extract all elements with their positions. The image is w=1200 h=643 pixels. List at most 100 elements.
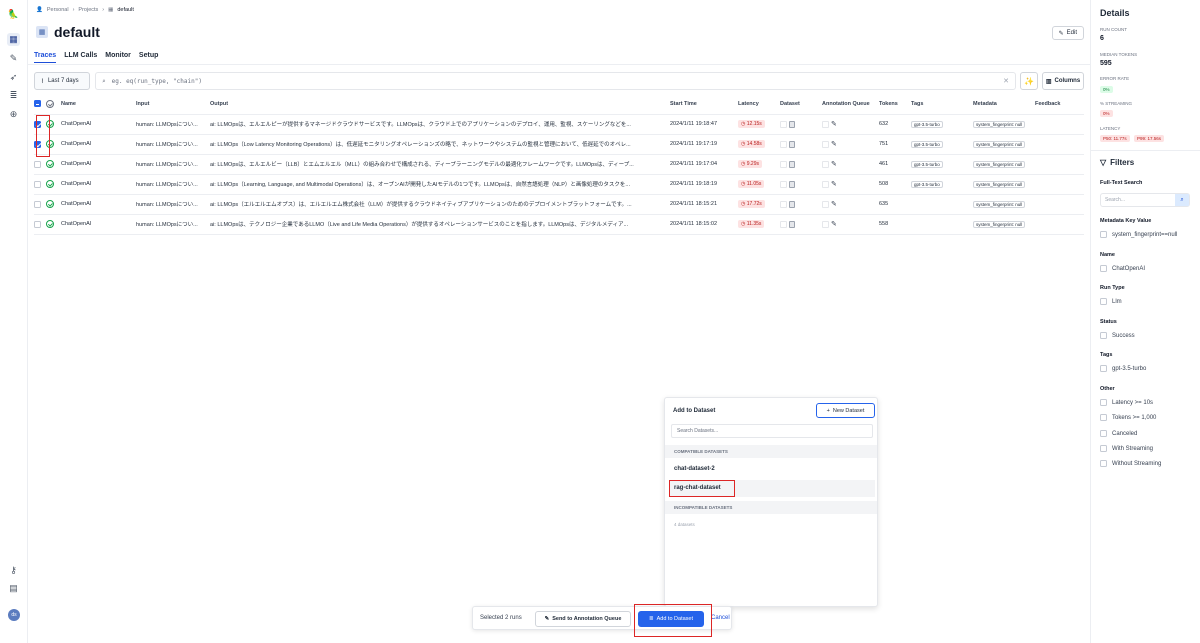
pen-icon[interactable]: ✎	[831, 181, 837, 188]
fulltext-search-input[interactable]: Search... ⌕	[1100, 193, 1190, 207]
col-output[interactable]: Output	[210, 94, 670, 115]
pen-icon[interactable]: ✎	[831, 161, 837, 168]
queue-checkbox[interactable]	[822, 180, 829, 188]
col-start-time[interactable]: Start Time	[670, 94, 738, 115]
database-icon[interactable]: ≣	[7, 89, 20, 102]
dataset-checkbox[interactable]	[780, 120, 787, 128]
doc-icon[interactable]: ▤	[7, 582, 20, 595]
filter-option[interactable]: With Streaming	[1100, 445, 1153, 452]
col-tokens[interactable]: Tokens	[879, 94, 911, 115]
pen-icon[interactable]: ✎	[831, 221, 837, 228]
dataset-checkbox[interactable]	[780, 180, 787, 188]
col-metadata[interactable]: Metadata	[973, 94, 1035, 115]
grid-icon: ▦	[108, 7, 114, 13]
tab-llm-calls[interactable]: LLM Calls	[64, 52, 97, 63]
row-checkbox[interactable]	[34, 200, 41, 208]
logo-icon[interactable]: 🦜	[7, 8, 20, 21]
filter-option[interactable]: Llm	[1100, 298, 1122, 305]
details-panel: Details RUN COUNT 6 MEDIAN TOKENS 595 ER…	[1090, 0, 1200, 643]
divider	[1091, 150, 1200, 151]
search-icon: ⌕	[102, 77, 106, 85]
status-label: Status	[1100, 319, 1117, 325]
filter-option[interactable]: Latency >= 10s	[1100, 399, 1153, 406]
breadcrumb-personal[interactable]: Personal	[47, 7, 69, 13]
col-name[interactable]: Name	[61, 94, 136, 115]
search-input[interactable]: ⌕ eg. eq(run_type, "chain") ✕	[95, 72, 1016, 90]
pen-icon[interactable]: ✎	[831, 201, 837, 208]
row-checkbox[interactable]	[34, 180, 41, 188]
cell-name: ChatOpenAI	[61, 194, 136, 215]
rocket-icon[interactable]: ➶	[7, 71, 20, 84]
tab-traces[interactable]: Traces	[34, 52, 57, 63]
table-row[interactable]: ChatOpenAI human: LLMOpsについ... ai: LLMOps（…	[34, 174, 1084, 195]
dataset-search-input[interactable]: Search Datasets...	[671, 424, 873, 438]
database-icon[interactable]	[789, 180, 795, 188]
database-icon[interactable]	[789, 200, 795, 208]
table-row[interactable]: ChatOpenAI human: LLMOpsについ... ai: LLMOps（…	[34, 134, 1084, 155]
filter-option[interactable]: ChatOpenAI	[1100, 265, 1145, 272]
dataset-checkbox[interactable]	[780, 160, 787, 168]
latency-badge: ◷ 11.05s	[738, 180, 765, 188]
queue-checkbox[interactable]	[822, 220, 829, 228]
database-icon[interactable]	[789, 220, 795, 228]
plus-circle-icon[interactable]: ⊕	[7, 108, 20, 121]
new-dataset-label: New Dataset	[832, 407, 865, 414]
filter-option[interactable]: Canceled	[1100, 430, 1137, 437]
filter-option[interactable]: Success	[1100, 332, 1135, 339]
database-icon[interactable]	[789, 140, 795, 148]
pen-icon[interactable]: ✎	[831, 121, 837, 128]
row-checkbox[interactable]	[34, 160, 41, 168]
queue-checkbox[interactable]	[822, 160, 829, 168]
metadata-badge: system_fingerprint: null	[973, 120, 1026, 128]
filter-option[interactable]: Without Streaming	[1100, 460, 1161, 467]
search-icon[interactable]: ⌕	[1175, 194, 1189, 206]
date-range-button[interactable]: ⌇ Last 7 days	[34, 72, 90, 90]
table-row[interactable]: ChatOpenAI human: LLMOpsについ... ai: LLMOps（…	[34, 194, 1084, 215]
cell-input: human: LLMOpsについ...	[136, 134, 210, 155]
dataset-item-chat-dataset-2[interactable]: chat-dataset-2	[674, 466, 715, 472]
edit-button[interactable]: ✎ Edit	[1051, 26, 1084, 40]
col-input[interactable]: Input	[136, 94, 210, 115]
send-to-annotation-queue-button[interactable]: ✎ Send to Annotation Queue	[535, 611, 631, 627]
dataset-checkbox[interactable]	[780, 140, 787, 148]
table-row[interactable]: ChatOpenAI human: LLMOpsについ... ai: LLMOpsは…	[34, 214, 1084, 235]
avatar[interactable]: ds	[8, 609, 20, 621]
wand-icon: ✨	[1024, 76, 1034, 86]
row-checkbox[interactable]	[34, 220, 41, 228]
database-icon[interactable]	[789, 160, 795, 168]
breadcrumb-projects[interactable]: Projects	[78, 7, 98, 13]
pen-icon[interactable]: ✎	[7, 52, 20, 65]
close-icon[interactable]: ✕	[1003, 77, 1009, 85]
table-row[interactable]: ChatOpenAI human: LLMOpsについ... ai: LLMOpsは…	[34, 154, 1084, 175]
pen-icon[interactable]: ✎	[831, 141, 837, 148]
key-icon[interactable]: ⚷	[7, 564, 20, 577]
database-icon[interactable]	[789, 120, 795, 128]
col-annotation-queue[interactable]: Annotation Queue	[822, 94, 879, 115]
run-count-value: 6	[1100, 35, 1104, 42]
incompatible-count[interactable]: 4 datasets	[674, 522, 695, 527]
queue-checkbox[interactable]	[822, 120, 829, 128]
queue-checkbox[interactable]	[822, 200, 829, 208]
magic-wand-button[interactable]: ✨	[1020, 72, 1038, 90]
filter-option[interactable]: system_fingerprint==null	[1100, 231, 1177, 238]
col-dataset[interactable]: Dataset	[780, 94, 822, 115]
col-latency[interactable]: Latency	[738, 94, 780, 115]
select-all-checkbox[interactable]	[34, 100, 41, 108]
table-row[interactable]: ChatOpenAI human: LLMOpsについ... ai: LLMOpsは…	[34, 114, 1084, 135]
highlight-box	[669, 480, 735, 497]
tab-setup[interactable]: Setup	[139, 52, 158, 63]
dataset-checkbox[interactable]	[780, 200, 787, 208]
col-feedback[interactable]: Feedback	[1035, 94, 1084, 115]
grid-icon[interactable]: ▦	[7, 33, 20, 46]
tab-monitor[interactable]: Monitor	[105, 52, 131, 63]
new-dataset-button[interactable]: + New Dataset	[816, 403, 875, 418]
dataset-checkbox[interactable]	[780, 220, 787, 228]
cancel-button[interactable]: Cancel	[711, 615, 730, 621]
filter-option[interactable]: gpt-3.5-turbo	[1100, 365, 1146, 372]
cell-input: human: LLMOpsについ...	[136, 214, 210, 235]
cell-tokens: 461	[879, 154, 911, 175]
filter-option[interactable]: Tokens >= 1,000	[1100, 414, 1156, 421]
queue-checkbox[interactable]	[822, 140, 829, 148]
col-tags[interactable]: Tags	[911, 94, 973, 115]
columns-button[interactable]: ▥ Columns	[1042, 72, 1084, 90]
